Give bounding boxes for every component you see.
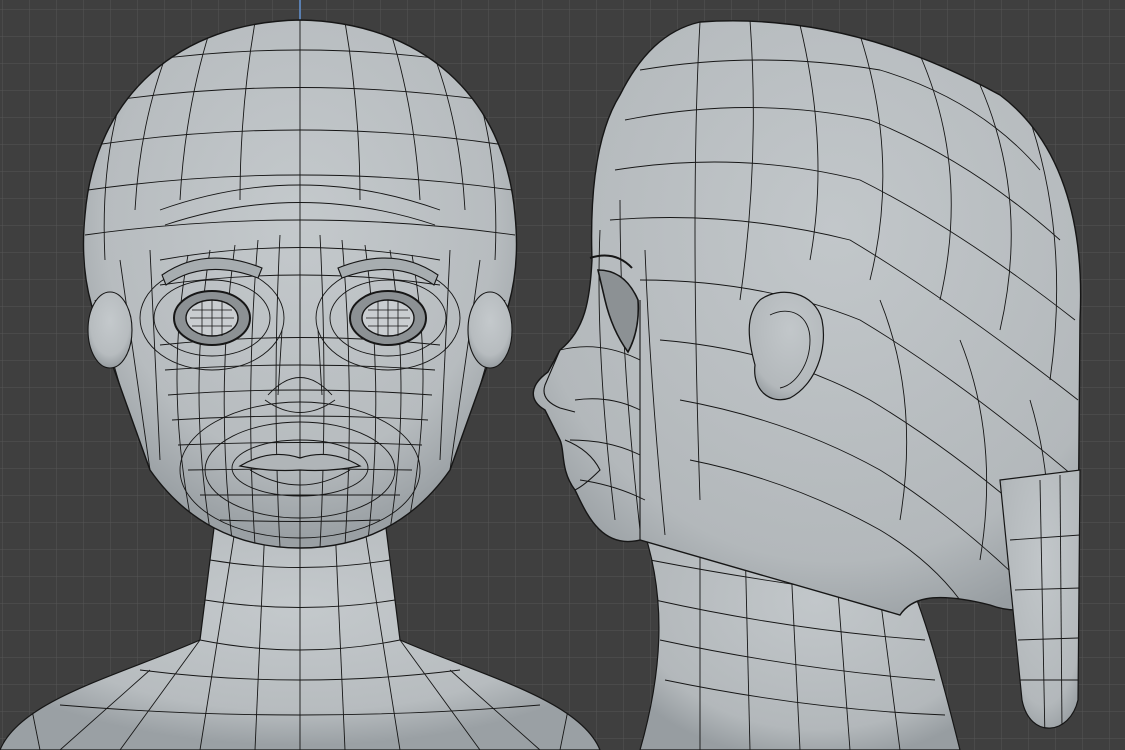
front-ear-right [467,291,513,369]
front-ear-left [87,291,133,369]
front-eye-right [349,290,427,346]
viewport-canvas[interactable] [0,0,1125,750]
3d-viewport[interactable] [0,0,1125,750]
front-eye-left [173,290,251,346]
